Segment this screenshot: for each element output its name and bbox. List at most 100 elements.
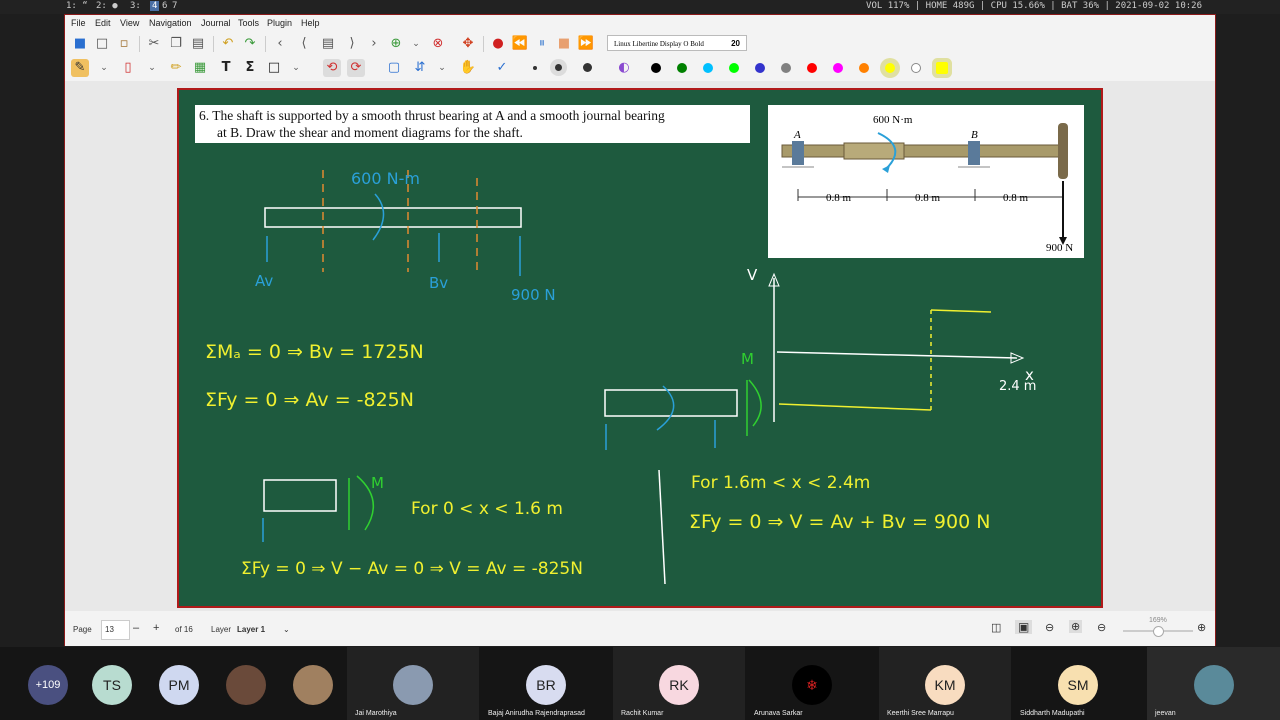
menu-edit[interactable]: Edit	[95, 18, 111, 28]
fullscreen-icon[interactable]: ✥	[459, 35, 477, 53]
color-white[interactable]	[911, 63, 921, 73]
page-decrement-icon[interactable]: –	[133, 622, 139, 634]
font-selector[interactable]: Linux Libertine Display O Bold 20	[607, 35, 747, 51]
participant-name: Arunava Sarkar	[754, 710, 803, 717]
layer-select[interactable]: Layer 1	[237, 625, 265, 634]
zoom-fit-icon[interactable]: ⊕	[1069, 620, 1083, 633]
shape-icon[interactable]: □	[265, 59, 283, 77]
color-orange[interactable]	[859, 63, 869, 73]
last-page-icon[interactable]: ›	[365, 35, 383, 53]
menu-view[interactable]: View	[120, 18, 139, 28]
thick-stroke-icon[interactable]	[583, 63, 592, 72]
thin-stroke-icon[interactable]	[533, 66, 537, 70]
participant-tile[interactable]: KM Keerthi Sree Marrapu	[879, 647, 1011, 720]
menu-journal[interactable]: Journal	[201, 18, 231, 28]
copy-icon[interactable]: ❐	[167, 35, 185, 53]
add-page-menu-icon[interactable]: ⌄	[407, 35, 425, 53]
fill-icon[interactable]: ◐	[615, 59, 633, 77]
pen-icon[interactable]: ✎	[71, 59, 89, 77]
redo-stroke-icon[interactable]: ⟳	[347, 59, 365, 77]
participant-tile[interactable]: SM Siddharth Madupathi	[1012, 647, 1144, 720]
stop-icon[interactable]: ■	[555, 35, 573, 53]
system-bar: 1: “ 2: ● 3: 4 6 7 VOL 117% | HOME 489G …	[0, 0, 1280, 14]
color-black[interactable]	[651, 63, 661, 73]
workspace-2[interactable]: 2: ●	[96, 1, 118, 11]
zoom-out-icon[interactable]: ⊖	[1045, 621, 1054, 634]
next-page-icon[interactable]: ⟩	[343, 35, 361, 53]
participant-tile[interactable]: BR Bajaj Anirudha Rajendraprasad	[480, 647, 612, 720]
status-footer: Page 13 – + of 16 Layer Layer 1 ⌄ ◫ ▣ ⊖ …	[65, 615, 1215, 646]
workspace-1[interactable]: 1: “	[66, 1, 88, 11]
eraser-icon[interactable]: ▯	[119, 59, 137, 77]
text-icon[interactable]: T	[217, 59, 235, 77]
workspace-6[interactable]: 6	[162, 1, 167, 11]
custom-color-icon[interactable]	[936, 62, 948, 74]
page-increment-icon[interactable]: +	[153, 622, 159, 634]
page-count: of 16	[175, 625, 193, 634]
redo-icon[interactable]: ↷	[241, 35, 259, 53]
open-icon[interactable]: ▫	[115, 35, 133, 53]
dual-page-icon[interactable]: ◫	[991, 621, 1001, 634]
zoom-slider-handle[interactable]	[1153, 626, 1164, 637]
select-menu-icon[interactable]: ⌄	[433, 59, 451, 77]
default-tool-icon[interactable]: ✓	[493, 59, 511, 77]
delete-page-icon[interactable]: ⊗	[429, 35, 447, 53]
color-magenta[interactable]	[833, 63, 843, 73]
color-gray[interactable]	[781, 63, 791, 73]
prev-page-icon[interactable]: ⟨	[295, 35, 313, 53]
menu-navigation[interactable]: Navigation	[149, 18, 192, 28]
rewind-icon[interactable]: ⏪	[511, 35, 529, 53]
cut-icon[interactable]: ✂	[145, 35, 163, 53]
page-input[interactable]: 13	[101, 620, 130, 640]
color-yellow[interactable]	[885, 63, 895, 73]
hand-v-axis: V	[747, 266, 758, 284]
menu-file[interactable]: File	[71, 18, 86, 28]
new-page-icon[interactable]: □	[93, 35, 111, 53]
color-green[interactable]	[677, 63, 687, 73]
save-icon[interactable]: ■	[71, 35, 89, 53]
goto-page-icon[interactable]: ▤	[319, 35, 337, 53]
eraser-menu-icon[interactable]: ⌄	[143, 59, 161, 77]
presentation-icon[interactable]: ▣	[1015, 620, 1033, 634]
participant-tile[interactable]: Jai Marothiya	[347, 647, 479, 720]
menu-plugin[interactable]: Plugin	[267, 18, 292, 28]
hand-x-end: 2.4 m	[999, 379, 1036, 394]
first-page-icon[interactable]: ‹	[271, 35, 289, 53]
participant-tile[interactable]: RK Rachit Kumar	[613, 647, 745, 720]
workspace-7[interactable]: 7	[172, 1, 177, 11]
shape-menu-icon[interactable]: ⌄	[287, 59, 305, 77]
menu-help[interactable]: Help	[301, 18, 320, 28]
shear-line-2	[930, 309, 992, 313]
image-icon[interactable]: ▦	[191, 59, 209, 77]
hand-icon[interactable]: ✋	[459, 59, 477, 77]
color-blue[interactable]	[755, 63, 765, 73]
formula-icon[interactable]: Σ	[241, 59, 259, 77]
menu-tools[interactable]: Tools	[238, 18, 259, 28]
participant-tile[interactable]: jeevan	[1147, 647, 1280, 720]
undo-icon[interactable]: ↶	[219, 35, 237, 53]
workspace-4[interactable]: 4	[150, 1, 160, 11]
medium-stroke-icon[interactable]	[555, 64, 562, 71]
add-page-icon[interactable]: ⊕	[387, 35, 405, 53]
workspace-3[interactable]: 3:	[130, 1, 141, 11]
highlighter-icon[interactable]: ✏	[167, 59, 185, 77]
section-sketch-left	[263, 479, 337, 512]
zoom-in-icon[interactable]: ⊕	[1197, 621, 1206, 634]
forward-icon[interactable]: ⏩	[577, 35, 595, 53]
pause-icon[interactable]: ⏸	[533, 35, 551, 53]
vertical-space-icon[interactable]: ⇵	[411, 59, 429, 77]
paste-icon[interactable]: ▤	[189, 35, 207, 53]
color-red[interactable]	[807, 63, 817, 73]
layer-menu-icon[interactable]: ⌄	[283, 625, 290, 634]
page-canvas[interactable]: 6. The shaft is supported by a smooth th…	[65, 81, 1215, 611]
color-light-blue[interactable]	[703, 63, 713, 73]
undo-stroke-icon[interactable]: ⟲	[323, 59, 341, 77]
participant-tile[interactable]: ❄ Arunava Sarkar	[746, 647, 878, 720]
record-icon[interactable]: ●	[489, 35, 507, 53]
hand-av: Av	[255, 272, 273, 290]
green-board[interactable]: 6. The shaft is supported by a smooth th…	[177, 88, 1103, 608]
zoom-reset-icon[interactable]: ⊖	[1097, 621, 1106, 634]
pen-menu-icon[interactable]: ⌄	[95, 59, 113, 77]
color-light-green[interactable]	[729, 63, 739, 73]
select-rect-icon[interactable]: ▢	[385, 59, 403, 77]
